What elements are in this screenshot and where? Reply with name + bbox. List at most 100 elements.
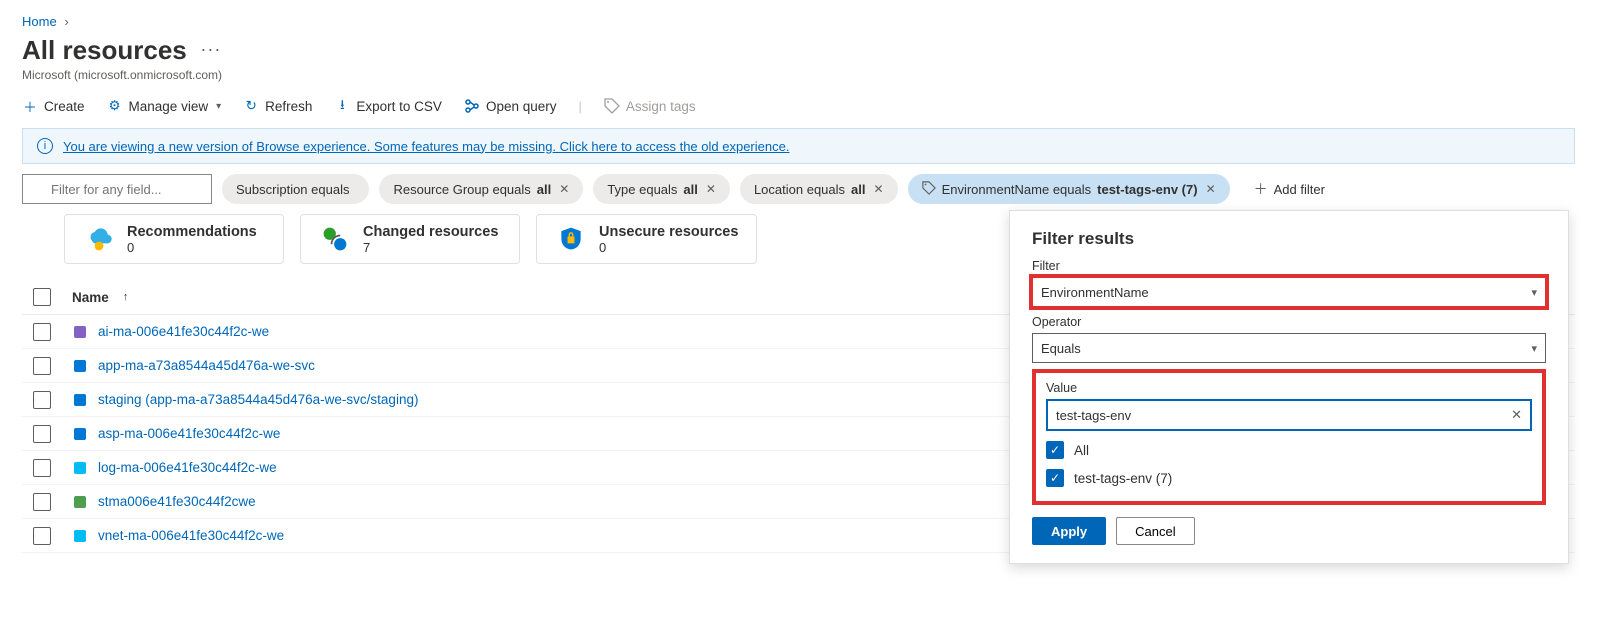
card-unsecure[interactable]: Unsecure resources 0 bbox=[536, 214, 757, 264]
resource-icon bbox=[72, 460, 88, 476]
pill-prefix: EnvironmentName equals bbox=[942, 182, 1092, 197]
more-icon[interactable]: ··· bbox=[200, 39, 221, 59]
resource-icon bbox=[72, 494, 88, 510]
card-count: 0 bbox=[127, 240, 257, 255]
row-checkbox[interactable] bbox=[33, 459, 51, 477]
export-button[interactable]: ⭳ Export to CSV bbox=[334, 98, 442, 114]
option-all[interactable]: ✓ All bbox=[1046, 441, 1532, 459]
page-subtitle: Microsoft (microsoft.onmicrosoft.com) bbox=[0, 66, 1597, 92]
tag-icon bbox=[922, 181, 936, 198]
resource-link[interactable]: stma006e41fe30c44f2cwe bbox=[98, 494, 256, 509]
pill-value: all bbox=[851, 182, 865, 197]
change-icon bbox=[319, 223, 351, 255]
divider: | bbox=[578, 99, 581, 114]
checkbox-checked-icon: ✓ bbox=[1046, 469, 1064, 487]
resource-icon bbox=[72, 392, 88, 408]
value-input[interactable]: test-tags-env ✕ bbox=[1046, 399, 1532, 431]
add-filter-button[interactable]: ＋ Add filter bbox=[1240, 174, 1339, 204]
export-label: Export to CSV bbox=[356, 99, 442, 114]
checkbox-checked-icon: ✓ bbox=[1046, 441, 1064, 459]
assign-tags-button: Assign tags bbox=[604, 98, 696, 114]
refresh-button[interactable]: ↻ Refresh bbox=[243, 98, 312, 114]
operator-select-value: Equals bbox=[1041, 341, 1081, 356]
clear-icon[interactable]: ✕ bbox=[1511, 407, 1522, 423]
filter-field-label: Filter bbox=[1032, 259, 1546, 273]
chevron-down-icon: ▾ bbox=[216, 101, 221, 112]
row-checkbox[interactable] bbox=[33, 391, 51, 409]
close-icon[interactable]: ✕ bbox=[559, 182, 569, 196]
page-title: All resources bbox=[22, 35, 187, 66]
pill-prefix: Subscription equals bbox=[236, 182, 349, 197]
pill-value: all bbox=[683, 182, 697, 197]
resource-link[interactable]: log-ma-006e41fe30c44f2c-we bbox=[98, 460, 277, 475]
popup-title: Filter results bbox=[1032, 229, 1546, 249]
chevron-right-icon: › bbox=[64, 14, 68, 29]
card-recommendations[interactable]: Recommendations 0 bbox=[64, 214, 284, 264]
toolbar: ＋ Create ⚙ Manage view ▾ ↻ Refresh ⭳ Exp… bbox=[0, 92, 1597, 124]
info-banner: i You are viewing a new version of Brows… bbox=[22, 128, 1575, 164]
close-icon[interactable]: ✕ bbox=[1206, 182, 1216, 196]
pill-subscription[interactable]: Subscription equals bbox=[222, 174, 369, 204]
col-name-label: Name bbox=[72, 290, 109, 305]
sort-asc-icon: ↑ bbox=[123, 291, 129, 303]
pill-location[interactable]: Location equals all ✕ bbox=[740, 174, 898, 204]
resource-link[interactable]: ai-ma-006e41fe30c44f2c-we bbox=[98, 324, 269, 339]
resource-link[interactable]: staging (app-ma-a73a8544a45d476a-we-svc/… bbox=[98, 392, 418, 407]
assign-tags-label: Assign tags bbox=[626, 99, 696, 114]
breadcrumb: Home › bbox=[0, 0, 1597, 29]
add-filter-label: Add filter bbox=[1274, 182, 1325, 197]
option-all-label: All bbox=[1074, 443, 1089, 458]
cancel-button[interactable]: Cancel bbox=[1116, 517, 1194, 545]
card-title: Changed resources bbox=[363, 224, 498, 240]
apply-button[interactable]: Apply bbox=[1032, 517, 1106, 545]
pill-resource-group[interactable]: Resource Group equals all ✕ bbox=[379, 174, 583, 204]
pill-prefix: Type equals bbox=[607, 182, 677, 197]
plus-icon: ＋ bbox=[1254, 179, 1268, 199]
row-checkbox[interactable] bbox=[33, 323, 51, 341]
breadcrumb-home[interactable]: Home bbox=[22, 14, 57, 29]
create-button[interactable]: ＋ Create bbox=[22, 98, 85, 114]
chevron-down-icon: ▾ bbox=[1531, 342, 1537, 355]
banner-link[interactable]: You are viewing a new version of Browse … bbox=[63, 139, 789, 154]
card-title: Recommendations bbox=[127, 224, 257, 240]
download-icon: ⭳ bbox=[334, 98, 350, 114]
pill-environmentname[interactable]: EnvironmentName equals test-tags-env (7)… bbox=[908, 174, 1230, 204]
tag-icon bbox=[604, 98, 620, 114]
branch-icon bbox=[464, 98, 480, 114]
row-checkbox[interactable] bbox=[33, 357, 51, 375]
card-count: 0 bbox=[599, 240, 738, 255]
info-icon: i bbox=[37, 138, 53, 154]
card-count: 7 bbox=[363, 240, 498, 255]
chevron-down-icon: ▾ bbox=[1531, 286, 1537, 299]
filter-input[interactable] bbox=[22, 174, 212, 204]
resource-icon bbox=[72, 528, 88, 544]
resource-link[interactable]: app-ma-a73a8544a45d476a-we-svc bbox=[98, 358, 315, 373]
select-all-checkbox[interactable] bbox=[33, 288, 51, 306]
manage-view-button[interactable]: ⚙ Manage view ▾ bbox=[107, 98, 222, 114]
card-changed[interactable]: Changed resources 7 bbox=[300, 214, 520, 264]
resource-icon bbox=[72, 426, 88, 442]
resource-icon bbox=[72, 324, 88, 340]
operator-select[interactable]: Equals ▾ bbox=[1032, 333, 1546, 363]
pill-type[interactable]: Type equals all ✕ bbox=[593, 174, 730, 204]
pill-prefix: Resource Group equals bbox=[393, 182, 530, 197]
value-input-text: test-tags-env bbox=[1056, 408, 1131, 423]
shield-lock-icon bbox=[555, 223, 587, 255]
row-checkbox[interactable] bbox=[33, 527, 51, 545]
row-checkbox[interactable] bbox=[33, 425, 51, 443]
option-tag-label: test-tags-env (7) bbox=[1074, 471, 1172, 486]
option-tag[interactable]: ✓ test-tags-env (7) bbox=[1046, 469, 1532, 487]
open-query-button[interactable]: Open query bbox=[464, 98, 557, 114]
operator-field-label: Operator bbox=[1032, 315, 1546, 329]
open-query-label: Open query bbox=[486, 99, 557, 114]
refresh-label: Refresh bbox=[265, 99, 312, 114]
resource-link[interactable]: asp-ma-006e41fe30c44f2c-we bbox=[98, 426, 280, 441]
resource-link[interactable]: vnet-ma-006e41fe30c44f2c-we bbox=[98, 528, 284, 543]
resource-icon bbox=[72, 358, 88, 374]
filter-select[interactable]: EnvironmentName ▾ bbox=[1032, 277, 1546, 307]
close-icon[interactable]: ✕ bbox=[706, 182, 716, 196]
close-icon[interactable]: ✕ bbox=[874, 182, 884, 196]
row-checkbox[interactable] bbox=[33, 493, 51, 511]
refresh-icon: ↻ bbox=[243, 98, 259, 114]
filter-select-value: EnvironmentName bbox=[1041, 285, 1149, 300]
